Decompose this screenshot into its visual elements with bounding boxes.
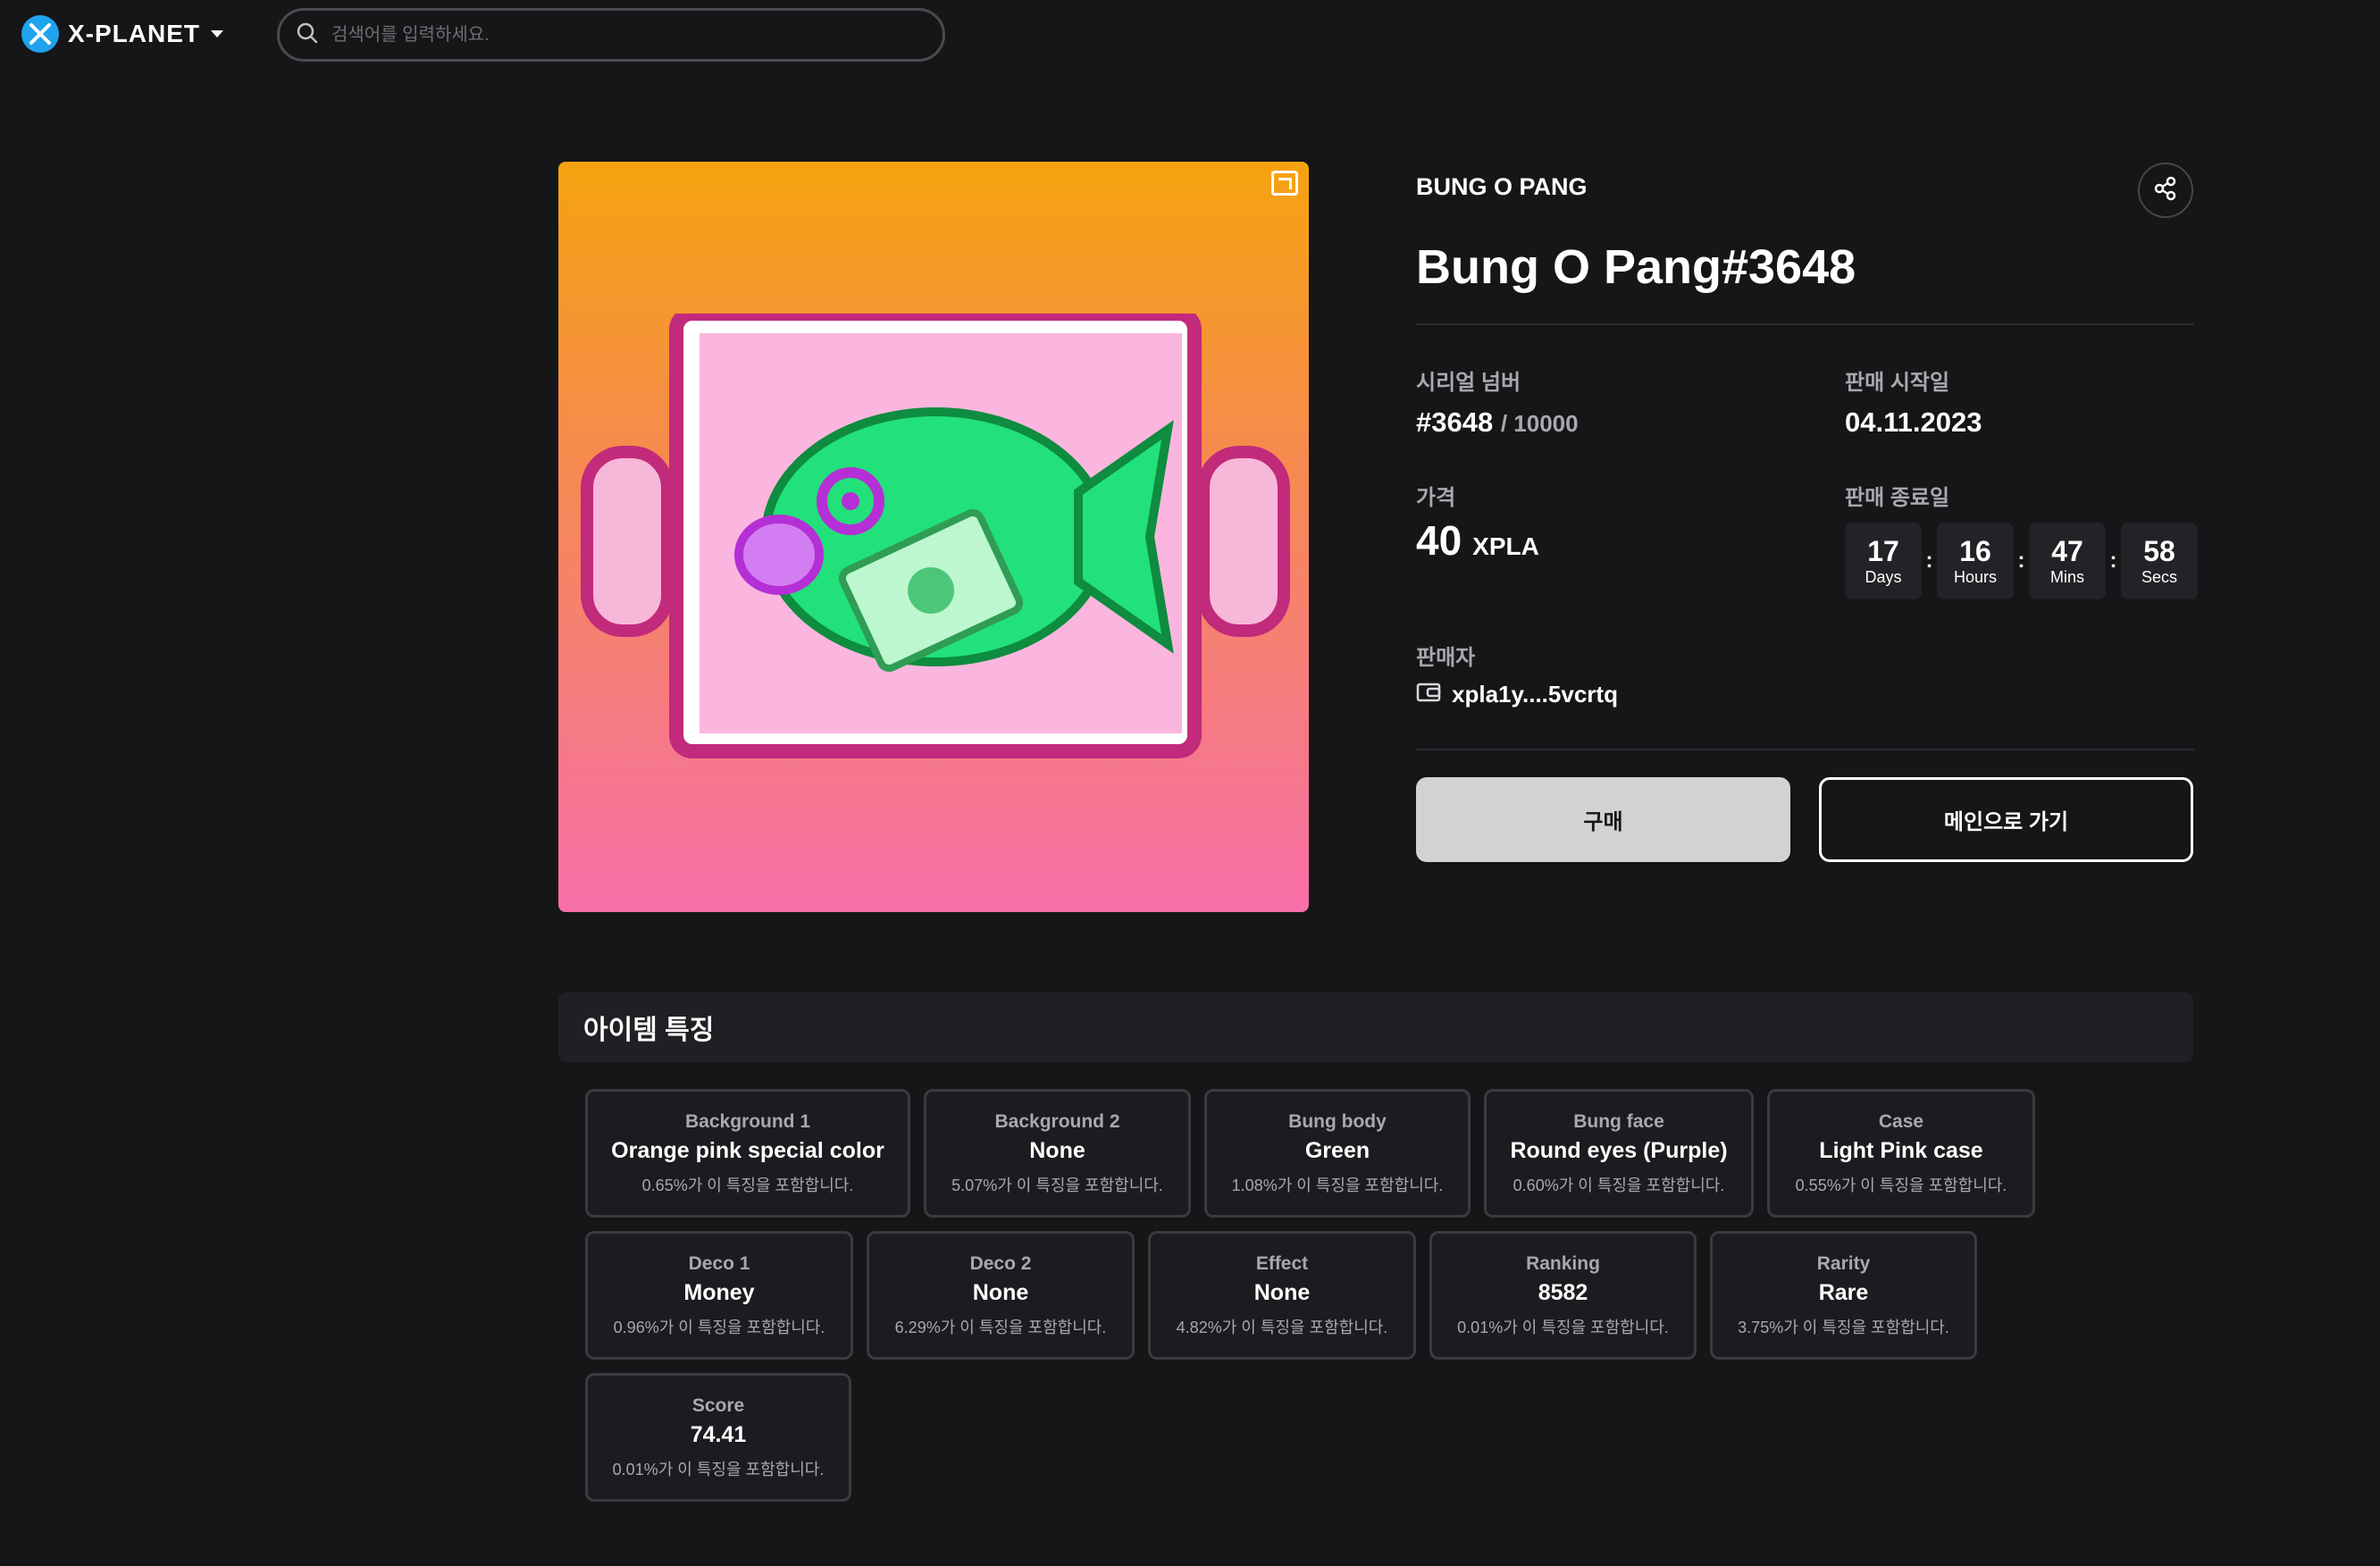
share-icon	[2152, 175, 2179, 206]
trait-value: None	[972, 1279, 1029, 1305]
trait-value: 74.41	[690, 1421, 747, 1447]
secs-label: Secs	[2141, 567, 2178, 586]
divider	[1416, 323, 2194, 325]
trait-percentage: 0.01%가 이 특징을 포함합니다.	[612, 1460, 825, 1478]
separator: :	[1925, 549, 1933, 573]
serial-number: #3648 / 10000	[1416, 406, 1579, 439]
trait-percentage: 4.82%가 이 특징을 포함합니다.	[1176, 1318, 1388, 1336]
trait-value: Light Pink case	[1819, 1137, 1983, 1163]
search-icon	[296, 21, 319, 49]
trait-value: 8582	[1538, 1279, 1588, 1305]
trait-percentage: 1.08%가 이 특징을 포함합니다.	[1231, 1176, 1444, 1194]
search-bar	[277, 8, 945, 62]
trait-name: Effect	[1255, 1252, 1309, 1274]
days-label: Days	[1865, 567, 1902, 586]
price-label: 가격	[1416, 486, 1456, 510]
trait-value: Money	[683, 1279, 755, 1305]
trait-card-ranking: Ranking 8582 0.01%가 이 특징을 포함합니다.	[1429, 1231, 1697, 1360]
chevron-down-icon[interactable]	[211, 30, 223, 38]
trait-name: Background 1	[684, 1110, 811, 1132]
trait-percentage: 0.55%가 이 특징을 포함합니다.	[1795, 1176, 2007, 1194]
serial-value: #3648	[1416, 406, 1494, 438]
trait-card-deco-2: Deco 2 None 6.29%가 이 특징을 포함합니다.	[867, 1231, 1135, 1360]
top-nav: X-PLANET	[0, 0, 2380, 68]
countdown-mins: 47 Mins	[2029, 523, 2106, 599]
share-button[interactable]	[2138, 163, 2193, 218]
trait-name: Bung body	[1288, 1110, 1387, 1132]
trait-percentage: 0.65%가 이 특징을 포함합니다.	[641, 1176, 854, 1194]
trait-percentage: 0.60%가 이 특징을 포함합니다.	[1513, 1176, 1725, 1194]
hours-label: Hours	[1953, 567, 1997, 586]
x-planet-logo-icon	[21, 15, 59, 53]
countdown-days: 17 Days	[1845, 523, 1922, 599]
nft-title: Bung O Pang#3648	[1416, 240, 1856, 294]
trait-name: Ranking	[1526, 1252, 1600, 1274]
trait-value: None	[1029, 1137, 1085, 1163]
serial-total: / 10000	[1500, 410, 1579, 437]
trait-name: Deco 2	[969, 1252, 1032, 1274]
search-input[interactable]	[331, 24, 912, 46]
trait-card-case: Case Light Pink case 0.55%가 이 특징을 포함합니다.	[1767, 1089, 2035, 1218]
serial-label: 시리얼 넘버	[1416, 371, 1521, 395]
logo-text: X-PLANET	[68, 20, 200, 47]
price-unit: XPLA	[1472, 532, 1539, 560]
seller[interactable]: xpla1y....5vcrtq	[1416, 681, 1618, 708]
mins-label: Mins	[2049, 567, 2084, 586]
seller-address[interactable]: xpla1y....5vcrtq	[1452, 681, 1618, 708]
nft-artwork	[581, 314, 1290, 758]
trait-value: Green	[1304, 1137, 1370, 1163]
fullscreen-icon[interactable]	[1271, 171, 1298, 196]
go-main-button[interactable]: 메인으로 가기	[1819, 777, 2193, 862]
trait-name: Score	[691, 1394, 745, 1416]
trait-value: Round eyes (Purple)	[1510, 1137, 1728, 1163]
trait-card-background-2: Background 2 None 5.07%가 이 특징을 포함합니다.	[924, 1089, 1191, 1218]
separator: :	[2017, 549, 2025, 573]
traits-title: 아이템 특징	[583, 1016, 715, 1045]
sale-end-label: 판매 종료일	[1845, 486, 1950, 510]
mins-value: 47	[2051, 534, 2083, 567]
trait-name: Background 2	[994, 1110, 1120, 1132]
trait-name: Case	[1878, 1110, 1924, 1132]
countdown-hours: 16 Hours	[1937, 523, 2014, 599]
logo[interactable]: X-PLANET	[21, 14, 223, 54]
seller-label: 판매자	[1416, 646, 1476, 670]
trait-card-effect: Effect None 4.82%가 이 특징을 포함합니다.	[1148, 1231, 1416, 1360]
trait-card-score: Score 74.41 0.01%가 이 특징을 포함합니다.	[585, 1373, 851, 1502]
trait-card-bung-face: Bung face Round eyes (Purple) 0.60%가 이 특…	[1484, 1089, 1754, 1218]
trait-value: Orange pink special color	[611, 1137, 884, 1163]
days-value: 17	[1867, 534, 1899, 567]
countdown-timer: 17 Days : 16 Hours : 47 Mins : 58 Secs	[1845, 523, 2198, 599]
trait-card-rarity: Rarity Rare 3.75%가 이 특징을 포함합니다.	[1710, 1231, 1977, 1360]
trait-name: Rarity	[1816, 1252, 1871, 1274]
secs-value: 58	[2143, 534, 2175, 567]
traits-header: 아이템 특징	[558, 992, 2193, 1062]
trait-card-bung-body: Bung body Green 1.08%가 이 특징을 포함합니다.	[1204, 1089, 1471, 1218]
sale-start-label: 판매 시작일	[1845, 371, 1950, 395]
trait-name: Deco 1	[688, 1252, 750, 1274]
countdown-secs: 58 Secs	[2121, 523, 2198, 599]
nft-image	[558, 162, 1309, 912]
trait-card-deco-1: Deco 1 Money 0.96%가 이 특징을 포함합니다.	[585, 1231, 853, 1360]
collection-name[interactable]: BUNG O PANG	[1416, 173, 1588, 201]
separator: :	[2109, 549, 2117, 573]
trait-percentage: 3.75%가 이 특징을 포함합니다.	[1738, 1318, 1949, 1336]
price-value: 40	[1416, 517, 1462, 564]
trait-card-background-1: Background 1 Orange pink special color 0…	[585, 1089, 910, 1218]
trait-value: None	[1253, 1279, 1311, 1305]
sale-start-date: 04.11.2023	[1845, 406, 1982, 438]
buy-button[interactable]: 구매	[1416, 777, 1790, 862]
trait-percentage: 6.29%가 이 특징을 포함합니다.	[894, 1318, 1107, 1336]
hours-value: 16	[1959, 534, 1991, 567]
trait-percentage: 0.96%가 이 특징을 포함합니다.	[613, 1318, 825, 1336]
trait-percentage: 5.07%가 이 특징을 포함합니다.	[951, 1176, 1163, 1194]
divider	[1416, 749, 2194, 750]
trait-name: Bung face	[1573, 1110, 1664, 1132]
price: 40 XPLA	[1416, 516, 1539, 565]
trait-percentage: 0.01%가 이 특징을 포함합니다.	[1457, 1318, 1669, 1336]
wallet-icon	[1416, 682, 1441, 708]
trait-value: Rare	[1818, 1279, 1869, 1305]
